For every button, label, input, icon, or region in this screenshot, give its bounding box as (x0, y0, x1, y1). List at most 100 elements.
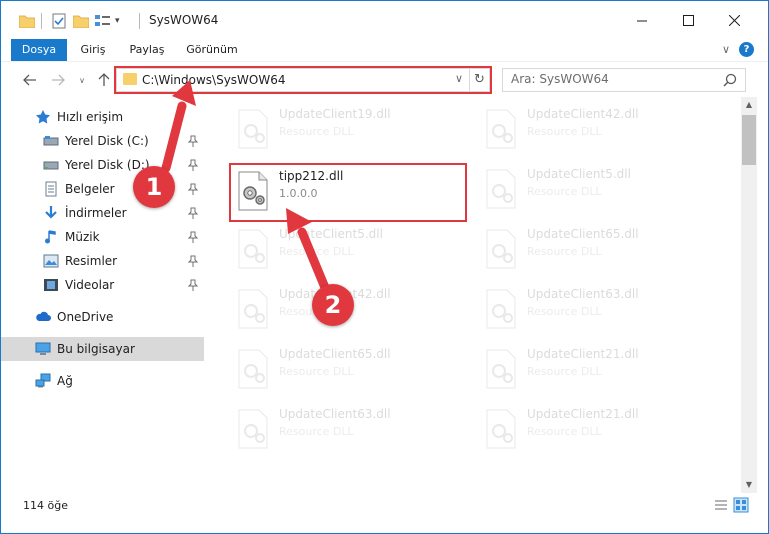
sidebar-item-disk-c[interactable]: Yerel Disk (C:) (1, 129, 204, 153)
dll-file-icon (238, 349, 268, 389)
back-button[interactable] (19, 69, 41, 91)
scroll-up-icon[interactable]: ▲ (741, 97, 757, 113)
sidebar-item-label: Resimler (65, 254, 118, 268)
navigation-bar: ∨ C:\Windows\SysWOW64 ∨ ↻ (1, 61, 768, 97)
pin-icon[interactable] (188, 135, 198, 147)
vertical-scrollbar[interactable]: ▲ ▼ (741, 97, 757, 493)
search-input[interactable] (511, 72, 711, 86)
maximize-button[interactable] (665, 1, 711, 39)
dll-file-icon (486, 289, 516, 329)
file-description: Resource DLL (279, 425, 354, 438)
videos-icon (44, 279, 58, 291)
close-button[interactable] (711, 1, 757, 39)
sidebar-item-music[interactable]: Müzik (1, 225, 204, 249)
pin-icon[interactable] (188, 207, 198, 219)
file-description: Resource DLL (527, 185, 602, 198)
forward-button[interactable] (47, 69, 69, 91)
file-description: Resource DLL (527, 365, 602, 378)
file-tile[interactable]: UpdateClient63.dll Resource DLL (479, 283, 715, 333)
file-tile[interactable]: UpdateClient21.dll Resource DLL (479, 343, 715, 393)
file-description: Resource DLL (527, 425, 602, 438)
minimize-button[interactable] (619, 1, 665, 39)
dll-file-icon (486, 169, 516, 209)
folder-icon (19, 11, 35, 31)
dll-file-icon (486, 349, 516, 389)
sidebar-item-label: Yerel Disk (C:) (65, 134, 149, 148)
sidebar-item-onedrive[interactable]: OneDrive (1, 305, 204, 329)
scroll-down-icon[interactable]: ▼ (741, 477, 757, 493)
dll-file-icon (238, 109, 268, 149)
sidebar-item-disk-d[interactable]: Yerel Disk (D:) (1, 153, 204, 177)
address-highlight-box (114, 66, 492, 94)
tab-view[interactable]: Görünüm (181, 39, 243, 61)
drive-icon (43, 136, 59, 146)
file-highlight-box (229, 163, 467, 222)
file-tile[interactable]: UpdateClient5.dll Resource DLL (231, 223, 467, 273)
cloud-icon (36, 311, 51, 321)
large-icons-view-icon[interactable] (733, 497, 749, 513)
file-tile[interactable]: UpdateClient65.dll Resource DLL (231, 343, 467, 393)
sidebar-item-network[interactable]: Ağ (1, 369, 204, 393)
sidebar-item-this-pc[interactable]: Bu bilgisayar (1, 337, 204, 361)
download-icon (45, 206, 57, 219)
window-title: SysWOW64 (149, 13, 219, 27)
sidebar-item-label: Müzik (65, 230, 100, 244)
pin-icon[interactable] (188, 231, 198, 243)
file-name: UpdateClient63.dll (279, 407, 391, 421)
pictures-icon (43, 254, 59, 268)
tab-home[interactable]: Giriş (73, 39, 113, 61)
file-name: UpdateClient42.dll (527, 107, 639, 121)
dll-file-icon (486, 409, 516, 449)
sidebar-item-label: Belgeler (65, 182, 115, 196)
item-count: 114 öğe (23, 499, 68, 512)
pin-icon[interactable] (188, 159, 198, 171)
file-tile[interactable]: UpdateClient63.dll Resource DLL (231, 403, 467, 453)
tab-share[interactable]: Paylaş (125, 39, 169, 61)
help-icon[interactable]: ? (739, 42, 754, 57)
title-bar: ▾ SysWOW64 (1, 1, 768, 39)
file-name: UpdateClient65.dll (279, 347, 391, 361)
sidebar-item-label: OneDrive (57, 310, 114, 324)
file-description: Resource DLL (279, 365, 354, 378)
dll-file-icon (486, 229, 516, 269)
status-bar: 114 öğe (1, 493, 768, 533)
scroll-thumb[interactable] (742, 115, 756, 165)
qa-dropdown-icon[interactable]: ▾ (115, 11, 120, 31)
sidebar-item-quick-access[interactable]: Hızlı erişim (1, 105, 204, 129)
search-icon[interactable] (723, 73, 737, 87)
tab-file[interactable]: Dosya (11, 39, 67, 61)
file-description: Resource DLL (527, 125, 602, 138)
up-button[interactable] (93, 69, 115, 91)
sidebar-item-label: Ağ (57, 374, 73, 388)
sidebar-item-downloads[interactable]: İndirmeler (1, 201, 204, 225)
pin-icon[interactable] (188, 279, 198, 291)
file-name: UpdateClient5.dll (527, 167, 631, 181)
network-icon (35, 373, 51, 388)
properties-icon[interactable] (51, 11, 67, 31)
dll-file-icon (238, 229, 268, 269)
file-name: UpdateClient63.dll (527, 287, 639, 301)
file-name: UpdateClient65.dll (527, 227, 639, 241)
file-tile[interactable]: UpdateClient42.dll Resource DLL (479, 103, 715, 153)
file-tile[interactable]: UpdateClient21.dll Resource DLL (479, 403, 715, 453)
dll-file-icon (486, 109, 516, 149)
pin-icon[interactable] (188, 255, 198, 267)
title-separator (139, 13, 140, 29)
recent-locations-icon[interactable]: ∨ (71, 69, 93, 91)
search-box[interactable] (502, 68, 746, 92)
ribbon-expand-icon[interactable]: ∨ (722, 43, 730, 56)
new-folder-icon[interactable] (73, 11, 89, 31)
sidebar-item-videos[interactable]: Videolar (1, 273, 204, 297)
details-view-icon[interactable] (713, 497, 729, 513)
file-tile[interactable]: UpdateClient65.dll Resource DLL (479, 223, 715, 273)
sidebar-item-pictures[interactable]: Resimler (1, 249, 204, 273)
view-options-icon[interactable] (95, 11, 113, 31)
file-tile[interactable]: UpdateClient19.dll Resource DLL (231, 103, 467, 153)
ribbon-tabs: Dosya Giriş Paylaş Görünüm ∨ ? (1, 39, 768, 61)
file-description: Resource DLL (527, 245, 602, 258)
file-tile[interactable]: UpdateClient5.dll Resource DLL (479, 163, 715, 213)
pin-icon[interactable] (188, 183, 198, 195)
dll-file-icon (238, 409, 268, 449)
file-description: Resource DLL (279, 125, 354, 138)
sidebar-item-label: Hızlı erişim (57, 110, 124, 124)
